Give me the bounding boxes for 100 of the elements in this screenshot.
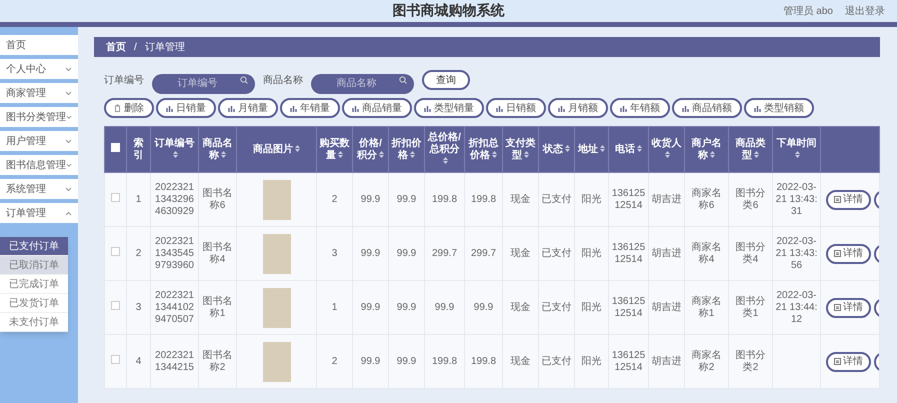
details-button[interactable]: 详情 — [826, 298, 871, 318]
details-button[interactable]: 详情 — [826, 244, 871, 264]
table-cell: 99.9 — [396, 248, 416, 258]
chart-button[interactable]: 年销额 — [610, 98, 670, 118]
table-cell: 阳光 — [582, 248, 602, 258]
table-cell: 99.9 — [396, 194, 416, 204]
table-cell: 现金 — [510, 248, 530, 258]
sort-icon — [443, 157, 448, 164]
table-cell: 99.9 — [474, 302, 494, 312]
chart-button[interactable]: 日销额 — [486, 98, 546, 118]
table-cell: 13612512514 — [612, 188, 646, 210]
sort-icon — [295, 145, 300, 152]
details-button[interactable]: 详情 — [826, 352, 871, 372]
table-cell: 现金 — [510, 194, 530, 204]
photo-placeholder — [262, 342, 290, 382]
breadcrumb-item[interactable]: 首页 — [106, 40, 126, 54]
table-cell: 13612512514 — [612, 242, 646, 264]
breadcrumb-separator: / — [134, 40, 137, 54]
chevron-icon — [66, 162, 72, 168]
bar-chart-icon — [228, 104, 235, 112]
photo-placeholder — [262, 234, 290, 274]
bar-chart-icon — [558, 104, 565, 112]
checkbox[interactable] — [111, 247, 120, 256]
document-icon — [834, 196, 841, 203]
app-title: 图书商城购物系统 — [392, 2, 504, 18]
search-icon — [240, 76, 248, 84]
table-cell: 199.8 — [470, 194, 496, 204]
submenu-item[interactable]: 未支付订单 — [0, 313, 68, 332]
details-button[interactable]: 详情 — [826, 190, 871, 210]
sidebar-item[interactable]: 商家管理 — [0, 83, 78, 103]
submenu-item[interactable]: 已发货订单 — [0, 294, 68, 313]
sidebar-item[interactable]: 用户管理 — [0, 131, 78, 151]
chart-button[interactable]: 商品销量 — [342, 98, 412, 118]
sidebar-item[interactable]: 系统管理 — [0, 179, 78, 199]
table-cell: 商家名称6 — [692, 188, 722, 210]
table-cell: 阳光 — [582, 356, 602, 366]
photo-placeholder — [262, 288, 290, 328]
chevron-icon — [65, 66, 72, 72]
table-cell: 图书分类1 — [736, 296, 766, 318]
table-cell: 2 — [136, 248, 142, 258]
chart-button[interactable]: 月销额 — [548, 98, 608, 118]
submenu-item[interactable]: 已完成订单 — [0, 275, 68, 294]
table-cell: 2022-03-21 13:44:12 — [776, 290, 818, 324]
sort-icon — [754, 151, 759, 158]
sort-icon — [637, 145, 642, 152]
table-cell: 1 — [136, 194, 142, 204]
delete-button[interactable]: 删除 — [104, 98, 154, 118]
table-cell: 202232113432964630929 — [155, 182, 194, 216]
table-cell: 现金 — [510, 302, 530, 312]
table-cell: 99.9 — [360, 356, 380, 366]
sidebar-item[interactable]: 订单管理 — [0, 203, 78, 223]
checkbox[interactable] — [111, 193, 120, 202]
table-cell: 99.9 — [360, 194, 380, 204]
bar-chart-icon — [754, 104, 761, 112]
chevron-icon — [65, 138, 72, 144]
chart-button[interactable]: 年销量 — [280, 98, 340, 118]
logout-link[interactable]: 退出登录 — [845, 4, 885, 18]
bar-chart-icon — [166, 104, 173, 112]
table-cell: 4 — [136, 356, 142, 366]
sidebar-item[interactable]: 图书信息管理 — [0, 155, 78, 175]
chart-button[interactable]: 类型销额 — [744, 98, 814, 118]
chart-button[interactable]: 商品销额 — [672, 98, 742, 118]
sort-icon — [600, 145, 605, 152]
trash-icon — [114, 104, 121, 112]
table-cell: 商家名称4 — [692, 242, 722, 264]
sidebar-item[interactable]: 首页 — [0, 35, 78, 55]
chart-button[interactable]: 月销量 — [218, 98, 278, 118]
table-cell: 202232113435459793960 — [155, 236, 194, 270]
table-cell: 现金 — [510, 356, 530, 366]
search-field[interactable]: 商品名称 — [311, 74, 414, 94]
table-cell: 已支付 — [542, 248, 572, 258]
chevron-icon — [65, 90, 72, 96]
chart-button[interactable]: 日销量 — [156, 98, 216, 118]
table-cell: 13612512514 — [612, 350, 646, 372]
query-button[interactable]: 查询 — [422, 70, 470, 90]
chart-button[interactable]: 类型销量 — [414, 98, 484, 118]
sort-icon — [221, 151, 226, 158]
table-cell: 图书分类4 — [736, 242, 766, 264]
table-cell: 胡吉进 — [652, 302, 682, 312]
table-cell: 13612512514 — [612, 296, 646, 318]
user-label: 管理员 abo — [784, 4, 833, 18]
table-cell: 商家名称1 — [692, 296, 722, 318]
table-cell: 99.9 — [434, 302, 454, 312]
sidebar-item[interactable]: 图书分类管理 — [0, 107, 78, 127]
table-cell: 图书分类6 — [736, 188, 766, 210]
document-icon — [834, 304, 841, 311]
checkbox[interactable] — [111, 301, 120, 310]
sort-icon — [492, 151, 497, 158]
sidebar-item[interactable]: 个人中心 — [0, 59, 78, 79]
chevron-icon — [65, 210, 72, 216]
sort-icon — [524, 151, 529, 158]
table-cell: 图书名称2 — [202, 350, 232, 372]
checkbox[interactable] — [111, 355, 120, 364]
table-cell: 299.7 — [470, 248, 496, 258]
search-field[interactable]: 订单编号 — [152, 74, 255, 94]
table-cell: 图书名称4 — [202, 242, 232, 264]
sort-icon — [379, 151, 384, 158]
table-cell: 图书名称6 — [202, 188, 232, 210]
sort-icon — [410, 151, 415, 158]
submenu-item[interactable]: 已支付订单 — [0, 237, 68, 256]
